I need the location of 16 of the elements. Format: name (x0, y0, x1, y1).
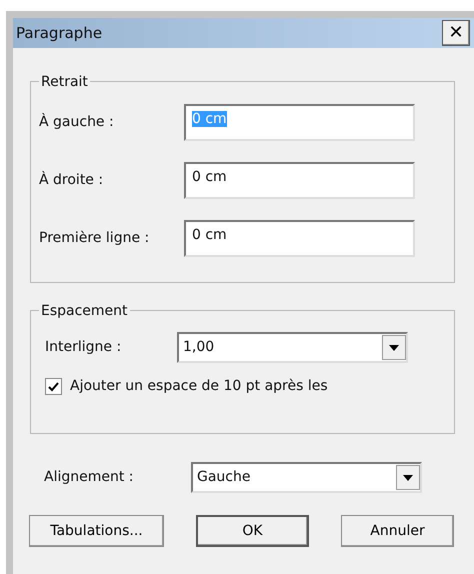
field-label: Interligne : (45, 338, 122, 357)
text-field[interactable]: 0 cm (184, 220, 415, 257)
field-label: Alignement : (44, 468, 135, 487)
dialog-button[interactable]: Tabulations... (29, 515, 164, 547)
close-button[interactable]: ✕ (442, 20, 470, 46)
dropdown[interactable]: 1,00 (177, 332, 408, 363)
field-label: À gauche : (39, 112, 115, 132)
field-label: À droite : (39, 170, 104, 190)
dropdown[interactable]: Gauche (191, 462, 422, 493)
checkbox[interactable] (45, 378, 62, 395)
checkbox-label: Ajouter un espace de 10 pt après les (70, 377, 328, 396)
dialog-button[interactable]: OK (196, 515, 309, 547)
field-label: Première ligne : (39, 229, 150, 248)
text-field[interactable]: 0 cm (184, 162, 415, 199)
dialog-button[interactable]: Annuler (341, 515, 454, 547)
window-title: Paragraphe (16, 22, 102, 44)
